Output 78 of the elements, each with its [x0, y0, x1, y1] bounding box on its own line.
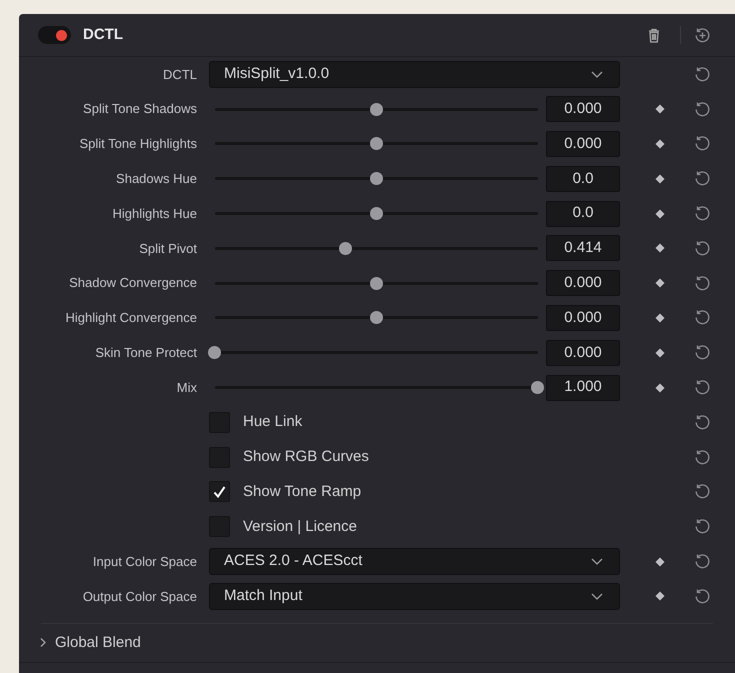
keyframe-diamond-icon[interactable]: [655, 591, 665, 602]
reset-icon[interactable]: [694, 553, 710, 570]
checkbox[interactable]: [209, 446, 230, 468]
slider-label: Highlight Convergence: [65, 310, 197, 326]
reset-plus-icon[interactable]: [694, 26, 711, 44]
node-title: DCTL: [83, 24, 123, 45]
reset-icon[interactable]: [694, 448, 710, 466]
dropdown[interactable]: MisiSplit_v1.0.0: [209, 60, 620, 88]
slider-thumb[interactable]: [370, 207, 382, 220]
value-field[interactable]: 0.000: [546, 270, 620, 296]
field-label: Input Color Space: [92, 554, 197, 569]
reset-icon[interactable]: [694, 240, 710, 257]
reset-icon[interactable]: [694, 205, 710, 222]
reset-icon[interactable]: [694, 414, 710, 431]
slider-thumb[interactable]: [208, 346, 221, 360]
reset-icon[interactable]: [694, 483, 710, 500]
keyframe-diamond-icon[interactable]: [655, 208, 665, 219]
keyframe-diamond-icon[interactable]: [655, 382, 665, 393]
value-field[interactable]: 0.000: [546, 130, 620, 157]
keyframe-diamond-icon[interactable]: [655, 278, 665, 288]
slider-label: Mix: [176, 380, 197, 395]
trash-icon[interactable]: [648, 28, 660, 42]
dropdown-chevron-icon: [591, 70, 603, 78]
dropdown[interactable]: Match Input: [209, 582, 620, 610]
slider-thumb[interactable]: [338, 242, 352, 255]
reset-icon[interactable]: [694, 135, 710, 152]
keyframe-diamond-icon[interactable]: [655, 174, 665, 184]
value-field[interactable]: 0.414: [546, 235, 620, 262]
slider-label: Shadow Convergence: [69, 275, 197, 290]
value-field[interactable]: 0.0: [546, 200, 620, 227]
reset-icon[interactable]: [694, 309, 710, 326]
keyframe-diamond-icon[interactable]: [655, 104, 665, 114]
slider-label: Shadows Hue: [116, 171, 197, 186]
slider-label: Split Tone Highlights: [79, 136, 197, 152]
keyframe-diamond-icon[interactable]: [655, 348, 665, 358]
reset-icon[interactable]: [694, 66, 710, 83]
dropdown-chevron-icon: [591, 592, 603, 600]
checkbox-label: Version | Licence: [243, 516, 357, 536]
slider-label: Highlights Hue: [112, 206, 197, 221]
checkbox-label: Show RGB Curves: [243, 446, 369, 467]
enable-toggle[interactable]: [38, 26, 71, 44]
field-label: Output Color Space: [82, 588, 197, 604]
slider-label: Split Pivot: [139, 240, 197, 256]
reset-icon[interactable]: [694, 518, 710, 536]
checkbox[interactable]: [209, 481, 230, 502]
slider-thumb[interactable]: [370, 311, 382, 324]
checkmark-icon: [213, 486, 226, 498]
value-field[interactable]: 0.0: [546, 166, 620, 192]
keyframe-diamond-icon[interactable]: [655, 243, 665, 254]
reset-icon[interactable]: [694, 379, 710, 396]
value-field[interactable]: 0.000: [546, 304, 620, 331]
keyframe-diamond-icon[interactable]: [655, 556, 665, 567]
field-label: DCTL: [163, 66, 197, 82]
checkbox[interactable]: [209, 516, 230, 538]
slider-label: Skin Tone Protect: [95, 345, 197, 360]
value-field[interactable]: 0.000: [546, 96, 620, 122]
keyframe-diamond-icon[interactable]: [655, 138, 665, 149]
reset-icon[interactable]: [694, 274, 710, 292]
slider-thumb[interactable]: [370, 137, 382, 150]
slider-thumb[interactable]: [531, 381, 544, 394]
reset-icon[interactable]: [694, 170, 710, 188]
dropdown[interactable]: ACES 2.0 - ACEScct: [209, 548, 620, 576]
global-blend-section[interactable]: Global Blend: [39, 632, 141, 654]
slider-thumb[interactable]: [370, 172, 382, 186]
checkbox[interactable]: [209, 412, 230, 433]
reset-icon[interactable]: [694, 588, 710, 605]
slider-thumb[interactable]: [370, 276, 382, 290]
checkbox-label: Hue Link: [243, 412, 302, 432]
value-field[interactable]: 0.000: [546, 340, 620, 366]
reset-icon[interactable]: [694, 100, 710, 118]
reset-icon[interactable]: [694, 344, 710, 362]
keyframe-diamond-icon[interactable]: [655, 312, 665, 323]
chevron-icon: [39, 637, 47, 648]
slider-label: Split Tone Shadows: [83, 101, 197, 116]
slider-thumb[interactable]: [370, 102, 382, 116]
value-field[interactable]: 1.000: [546, 374, 620, 401]
checkbox-label: Show Tone Ramp: [243, 482, 362, 502]
dropdown-chevron-icon: [591, 558, 603, 566]
